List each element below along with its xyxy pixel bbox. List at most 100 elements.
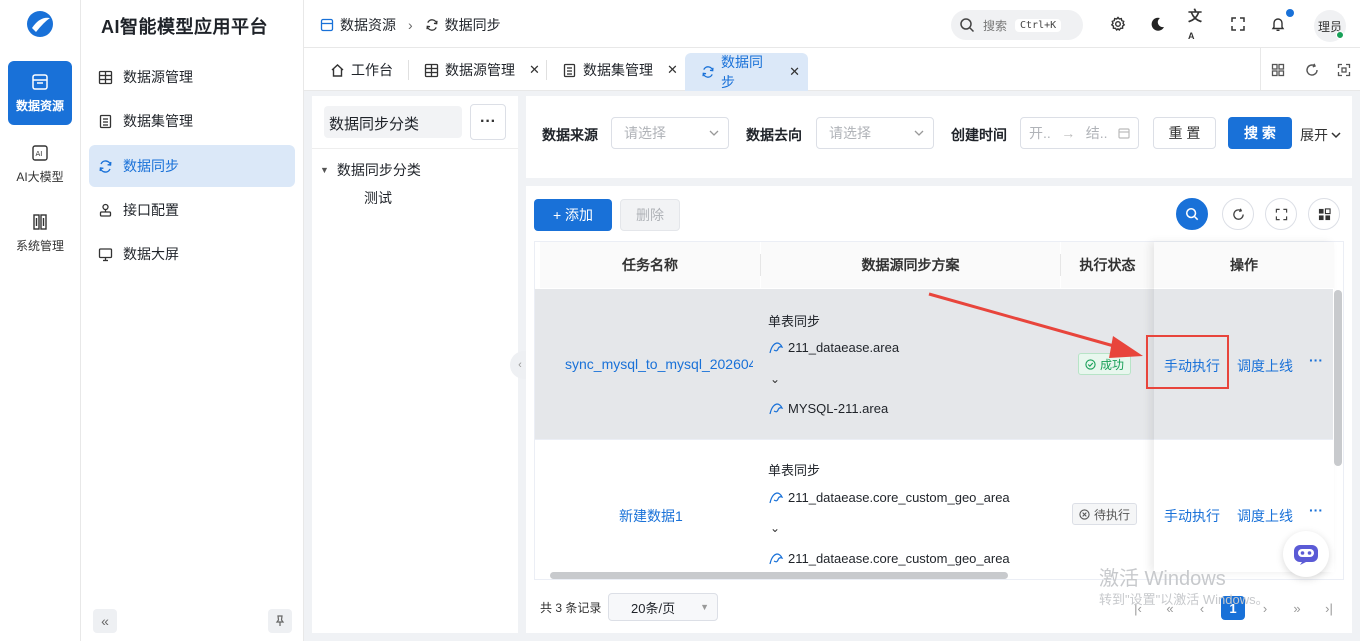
x-circle-icon: [1079, 508, 1090, 520]
chatbot-button[interactable]: [1283, 531, 1329, 577]
tree-node-child[interactable]: 测试: [364, 188, 392, 208]
status-text: 待执行: [1094, 507, 1131, 522]
activation-watermark-subtitle: 转到"设置"以激活 Windows。: [1099, 592, 1269, 607]
list-icon: [97, 113, 113, 129]
tab-datasource[interactable]: 数据源管理 ✕: [416, 53, 548, 87]
table-fullscreen-button[interactable]: [1265, 198, 1297, 230]
tab-layout-button[interactable]: [1264, 56, 1292, 84]
menu-item-datasource[interactable]: 数据源管理: [89, 56, 295, 98]
sync-icon: [97, 158, 113, 174]
tab-fullscreen-button[interactable]: [1330, 56, 1358, 84]
menu-item-dashboard[interactable]: 数据大屏: [89, 233, 295, 275]
rail-item-label: 系统管理: [15, 238, 64, 253]
columns-icon: [1318, 207, 1331, 221]
bell-icon: [1270, 16, 1286, 32]
close-icon[interactable]: ✕: [529, 62, 540, 78]
rail-item-data-resource[interactable]: 数据资源: [8, 61, 72, 125]
category-search-input[interactable]: 数据同步分类: [324, 106, 462, 138]
delete-button[interactable]: 删除: [620, 199, 680, 231]
page-size-select[interactable]: 20条/页 ▼: [608, 593, 718, 621]
ai-icon: AI: [31, 144, 49, 162]
expand-filter-button[interactable]: 展开: [1300, 125, 1342, 145]
search-button[interactable]: 搜 索: [1228, 117, 1292, 149]
expand-label: 展开: [1300, 127, 1328, 143]
search-placeholder: 搜索: [983, 18, 1008, 33]
add-button[interactable]: + 添加: [534, 199, 612, 231]
api-icon: [97, 202, 113, 218]
gear-icon: [1110, 16, 1126, 32]
tab-workbench[interactable]: 工作台: [322, 53, 401, 87]
more-actions-button[interactable]: ···: [1309, 352, 1323, 368]
close-icon[interactable]: ✕: [789, 64, 800, 80]
fullscreen-button[interactable]: [1228, 14, 1248, 34]
menu-item-label: 数据大屏: [123, 246, 179, 262]
menu-item-api[interactable]: 接口配置: [89, 189, 295, 231]
manual-run-link[interactable]: 手动执行: [1164, 506, 1220, 526]
target-select[interactable]: 请选择: [816, 117, 934, 149]
grid-icon: [1271, 63, 1285, 77]
plan-source: 211_dataease.core_custom_geo_area: [768, 490, 1010, 505]
tab-divider: [546, 60, 547, 80]
close-icon[interactable]: ✕: [667, 62, 678, 78]
reset-button[interactable]: 重 置: [1153, 117, 1216, 149]
breadcrumb: 数据资源 › 数据同步: [320, 15, 501, 35]
column-header-name: 任务名称: [540, 242, 760, 288]
schedule-online-link[interactable]: 调度上线: [1237, 506, 1293, 526]
svg-text:AI: AI: [36, 150, 43, 158]
settings-button[interactable]: [1108, 14, 1128, 34]
schedule-online-link[interactable]: 调度上线: [1237, 356, 1293, 376]
robot-icon: [1292, 542, 1320, 566]
refresh-table-button[interactable]: [1222, 198, 1254, 230]
moon-icon: [1150, 16, 1166, 32]
time-label: 创建时间: [951, 127, 1007, 143]
end-date-placeholder: 结..: [1085, 125, 1108, 141]
tree-more-button[interactable]: ···: [470, 104, 506, 140]
collapse-menu-button[interactable]: «: [93, 609, 117, 633]
time-range-picker[interactable]: 开.. → 结..: [1020, 117, 1139, 149]
pin-menu-button[interactable]: [268, 609, 292, 633]
start-date-placeholder: 开..: [1029, 125, 1051, 141]
toggle-search-button[interactable]: [1176, 198, 1208, 230]
rail-item-label: 数据资源: [15, 98, 64, 113]
translate-icon: 文A: [1188, 8, 1202, 41]
page-size-value: 20条/页: [631, 600, 676, 616]
total-count: 共 3 条记录: [540, 601, 602, 615]
language-button[interactable]: 文A: [1188, 8, 1208, 41]
column-settings-button[interactable]: [1308, 198, 1340, 230]
mysql-icon: [768, 552, 784, 566]
column-header-plan: 数据源同步方案: [761, 242, 1060, 288]
target-table: 211_dataease.core_custom_geo_area: [788, 551, 1010, 566]
tab-label: 数据同步: [721, 54, 763, 90]
horizontal-scrollbar[interactable]: [550, 572, 1008, 579]
rail-item-system[interactable]: 系统管理: [8, 201, 72, 265]
task-name-link[interactable]: sync_mysql_to_mysql_2026040: [565, 356, 753, 372]
menu-item-dataset[interactable]: 数据集管理: [89, 100, 295, 142]
last-page-button[interactable]: ›|: [1317, 596, 1341, 620]
tree-node-root[interactable]: ▼ 数据同步分类: [320, 160, 421, 180]
task-name-link[interactable]: 新建数据1: [619, 506, 683, 526]
tab-data-sync[interactable]: 数据同步 ✕: [685, 53, 808, 91]
next-group-button[interactable]: »: [1285, 596, 1309, 620]
target-table: MYSQL-211.area: [788, 401, 889, 416]
tab-tools-divider: [1260, 48, 1261, 91]
breadcrumb-item[interactable]: 数据资源: [340, 15, 396, 35]
menu-item-data-sync[interactable]: 数据同步: [89, 145, 295, 187]
target-label: 数据去向: [746, 127, 802, 143]
annotation-arrow-icon: [928, 292, 1143, 358]
plan-type: 单表同步: [768, 463, 821, 478]
pin-icon: [274, 615, 286, 627]
chevron-left-icon: ‹: [518, 359, 522, 371]
global-search[interactable]: 搜索 Ctrl+K: [951, 10, 1083, 40]
chevron-down-icon: [1330, 129, 1342, 141]
source-select[interactable]: 请选择: [611, 117, 729, 149]
sync-icon: [701, 65, 715, 79]
notifications-button[interactable]: [1268, 14, 1288, 34]
rail-item-ai-model[interactable]: AI AI大模型: [8, 132, 72, 196]
tree-divider: [312, 148, 518, 149]
vertical-scrollbar[interactable]: [1334, 290, 1342, 466]
app-logo-icon: [26, 10, 54, 38]
more-actions-button[interactable]: ···: [1309, 502, 1323, 518]
tab-dataset[interactable]: 数据集管理 ✕: [554, 53, 686, 87]
theme-toggle[interactable]: [1148, 14, 1168, 34]
tab-refresh-button[interactable]: [1298, 56, 1326, 84]
